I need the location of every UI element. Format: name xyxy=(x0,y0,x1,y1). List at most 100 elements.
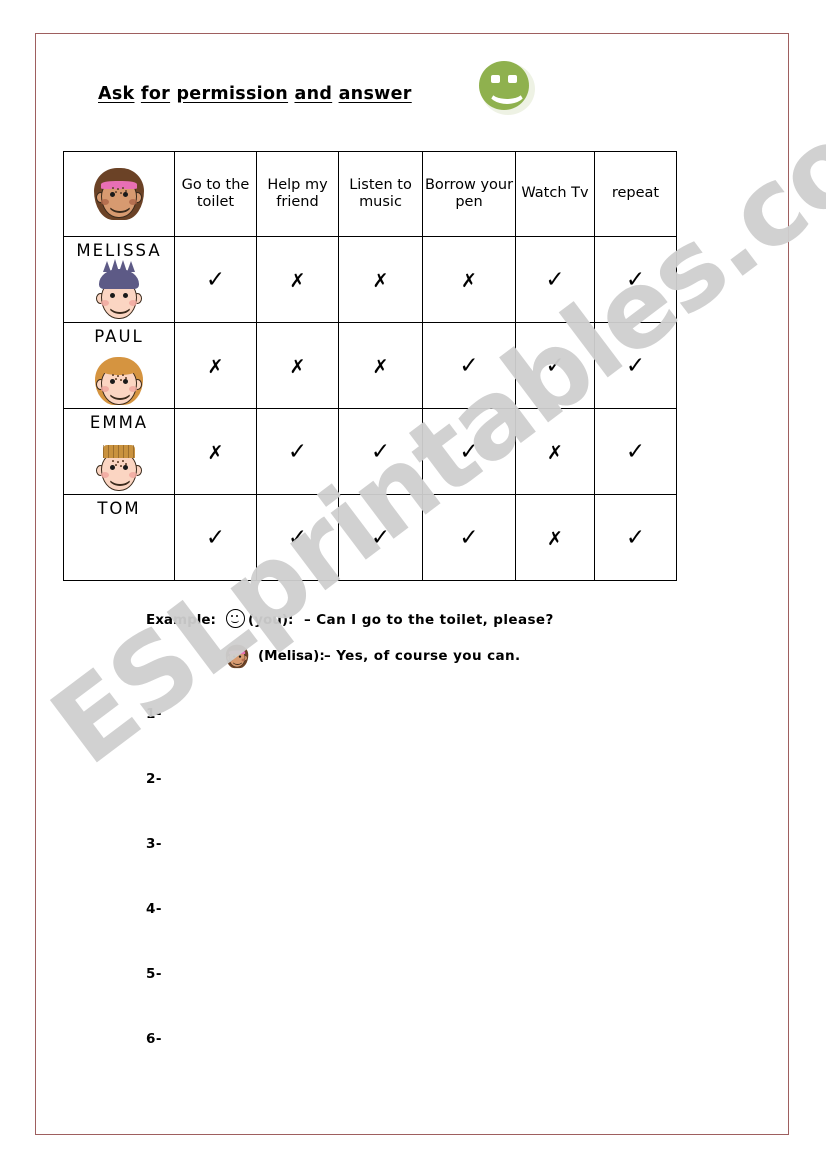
cell-melissa-help-my-friend[interactable]: ✗ xyxy=(256,236,339,323)
table-row: MELISSA ✓ ✗ ✗ ✗ ✓ ✓ xyxy=(63,236,677,325)
name-cell-melissa: MELISSA xyxy=(63,236,175,325)
cross-mark: ✗ xyxy=(207,441,224,464)
name-cell-tom: TOM xyxy=(63,494,175,581)
answer-lines-list: 1- 2- 3- 4- 5- 6- xyxy=(146,706,666,1096)
header-label: Watch Tv xyxy=(521,185,589,202)
outline-smiley-icon xyxy=(226,609,245,628)
cell-paul-repeat[interactable]: ✓ xyxy=(594,322,677,409)
header-label: Listen to music xyxy=(349,176,412,210)
answer-line-3[interactable]: 3- xyxy=(146,836,666,901)
person-name: EMMA xyxy=(89,413,149,432)
cell-emma-watch-tv[interactable]: ✗ xyxy=(515,408,595,495)
worksheet-header: Ask for permission and answer xyxy=(36,34,790,154)
cell-emma-repeat[interactable]: ✓ xyxy=(594,408,677,495)
cell-paul-listen-to-music[interactable]: ✗ xyxy=(338,322,423,409)
answer-line-6[interactable]: 6- xyxy=(146,1031,666,1096)
tick-mark: ✓ xyxy=(205,524,226,551)
example-line-question: Example: (you): – Can I go to the toilet… xyxy=(146,606,666,642)
person-name: TOM xyxy=(97,499,141,518)
cross-mark: ✗ xyxy=(547,441,563,464)
example-speaker-you: (you): xyxy=(248,612,294,628)
smiley-eye-right xyxy=(508,75,517,83)
cell-emma-go-to-the-toilet[interactable]: ✗ xyxy=(174,408,257,495)
tick-mark: ✓ xyxy=(545,352,565,379)
tick-mark: ✓ xyxy=(459,352,479,379)
permission-table: Go to the toilet Help my friend Listen t… xyxy=(63,151,677,581)
cell-paul-borrow-your-pen[interactable]: ✓ xyxy=(422,322,516,409)
cell-tom-watch-tv[interactable]: ✗ xyxy=(515,494,595,581)
name-cell-paul: PAUL xyxy=(63,322,175,411)
example-speaker-melisa: (Melisa): xyxy=(258,648,325,664)
tick-mark: ✓ xyxy=(287,438,308,465)
cross-mark: ✗ xyxy=(461,269,477,292)
name-cell-emma: EMMA xyxy=(63,408,175,497)
example-line-answer: (Melisa): – Yes, of course you can. xyxy=(146,642,666,678)
table-row: EMMA ✗ ✓ ✓ ✓ ✗ ✓ xyxy=(63,408,677,497)
cell-paul-help-my-friend[interactable]: ✗ xyxy=(256,322,339,409)
worksheet-page: Ask for permission and answer Go to the … xyxy=(35,33,789,1135)
column-header-listen-to-music: Listen to music xyxy=(338,151,423,237)
tick-mark: ✓ xyxy=(459,438,479,465)
cell-tom-go-to-the-toilet[interactable]: ✓ xyxy=(174,494,257,581)
cell-melissa-go-to-the-toilet[interactable]: ✓ xyxy=(174,236,257,323)
header-label: repeat xyxy=(611,185,660,202)
answer-line-4[interactable]: 4- xyxy=(146,901,666,966)
person-name: PAUL xyxy=(94,327,144,346)
cell-melissa-listen-to-music[interactable]: ✗ xyxy=(338,236,423,323)
header-face-cell xyxy=(63,151,175,237)
cell-emma-borrow-your-pen[interactable]: ✓ xyxy=(422,408,516,495)
cell-melissa-borrow-your-pen[interactable]: ✗ xyxy=(422,236,516,323)
smiley-eye-left xyxy=(491,75,500,83)
cross-mark: ✗ xyxy=(372,269,389,292)
column-header-help-my-friend: Help my friend xyxy=(256,151,339,237)
example-question-text: – Can I go to the toilet, please? xyxy=(304,612,554,628)
example-answer-text: – Yes, of course you can. xyxy=(324,648,521,664)
header-label: Go to the toilet xyxy=(181,176,250,210)
melissa-mini-face xyxy=(224,642,252,672)
title-word: and xyxy=(294,84,333,104)
green-smiley-icon xyxy=(479,61,537,117)
table-row: PAUL ✗ ✗ ✗ ✓ ✓ ✓ xyxy=(63,322,677,411)
person-name: MELISSA xyxy=(76,241,162,260)
emma-face xyxy=(90,349,148,411)
cell-tom-borrow-your-pen[interactable]: ✓ xyxy=(422,494,516,581)
tick-mark: ✓ xyxy=(287,524,308,551)
column-header-watch-tv: Watch Tv xyxy=(515,151,595,237)
cell-tom-repeat[interactable]: ✓ xyxy=(594,494,677,581)
tom-face xyxy=(90,435,148,497)
cell-melissa-repeat[interactable]: ✓ xyxy=(594,236,677,323)
cross-mark: ✗ xyxy=(289,355,306,378)
cell-paul-watch-tv[interactable]: ✓ xyxy=(515,322,595,409)
paul-face xyxy=(90,259,148,325)
melissa-face xyxy=(90,162,148,224)
cell-emma-help-my-friend[interactable]: ✓ xyxy=(256,408,339,495)
tick-mark: ✓ xyxy=(625,438,646,465)
tick-mark: ✓ xyxy=(459,524,479,551)
tick-mark: ✓ xyxy=(625,266,646,293)
answer-line-1[interactable]: 1- xyxy=(146,706,666,771)
cross-mark: ✗ xyxy=(547,527,563,550)
title-word: for xyxy=(140,84,171,104)
tick-mark: ✓ xyxy=(545,266,565,293)
cell-melissa-watch-tv[interactable]: ✓ xyxy=(515,236,595,323)
cross-mark: ✗ xyxy=(372,355,389,378)
tick-mark: ✓ xyxy=(370,438,391,465)
cross-mark: ✗ xyxy=(207,355,224,378)
smiley-mouth xyxy=(488,83,526,104)
cross-mark: ✗ xyxy=(289,269,306,292)
tick-mark: ✓ xyxy=(205,266,226,293)
cell-tom-listen-to-music[interactable]: ✓ xyxy=(338,494,423,581)
cell-paul-go-to-the-toilet[interactable]: ✗ xyxy=(174,322,257,409)
tick-mark: ✓ xyxy=(370,524,391,551)
header-label: Borrow your pen xyxy=(424,176,514,210)
answer-line-5[interactable]: 5- xyxy=(146,966,666,1031)
column-header-borrow-your-pen: Borrow your pen xyxy=(422,151,516,237)
title-word: answer xyxy=(338,84,412,104)
cell-emma-listen-to-music[interactable]: ✓ xyxy=(338,408,423,495)
page-title: Ask for permission and answer xyxy=(98,84,412,104)
cell-tom-help-my-friend[interactable]: ✓ xyxy=(256,494,339,581)
answer-line-2[interactable]: 2- xyxy=(146,771,666,836)
column-header-repeat: repeat xyxy=(594,151,677,237)
table-row: TOM ✓ ✓ ✓ ✓ ✗ ✓ xyxy=(63,494,677,581)
example-label: Example: xyxy=(146,612,216,628)
